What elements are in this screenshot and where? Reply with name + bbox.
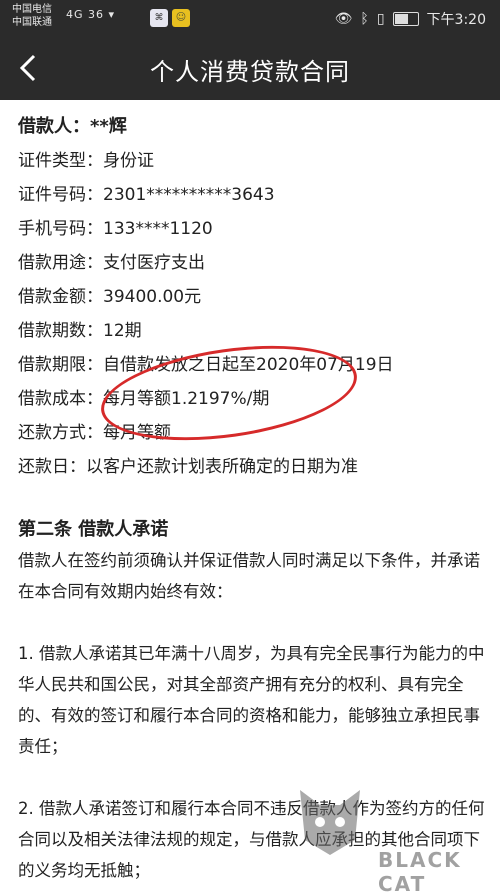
field-id-number: 证件号码：2301**********3643: [18, 178, 488, 212]
battery-icon: [392, 12, 419, 26]
field-value: 以客户还款计划表所确定的日期为准: [86, 457, 358, 477]
field-value: 每月等额: [103, 423, 171, 443]
paragraph-clause-1: 1. 借款人承诺其已年满十八周岁，为具有完全民事行为能力的中华人民共和国公民，对…: [18, 644, 485, 756]
field-value: 12期: [103, 321, 142, 341]
field-value: 每月等额1.2197%/期: [103, 389, 270, 409]
field-value: 133****1120: [103, 219, 213, 239]
field-label: 还款方式：: [18, 423, 103, 443]
field-value: **辉: [90, 116, 127, 137]
page-title: 个人消费贷款合同: [150, 58, 350, 86]
field-label: 借款金额：: [18, 287, 103, 307]
field-repayment-method: 还款方式：每月等额: [18, 416, 488, 450]
field-value: 39400.00元: [103, 287, 202, 307]
field-value: 自借款发放之日起至2020年07月19日: [103, 355, 394, 375]
field-repayment-day: 还款日：以客户还款计划表所确定的日期为准: [18, 450, 488, 484]
field-label: 手机号码：: [18, 219, 103, 239]
field-label: 借款成本：: [18, 389, 103, 409]
carrier-2: 中国联通: [12, 17, 52, 28]
field-borrower: 借款人：**辉: [18, 110, 488, 144]
field-id-type: 证件类型：身份证: [18, 144, 488, 178]
field-value: 支付医疗支出: [103, 253, 205, 273]
field-purpose: 借款用途：支付医疗支出: [18, 246, 488, 280]
field-phone: 手机号码：133****1120: [18, 212, 488, 246]
section-title: 第二条 借款人承诺: [18, 519, 169, 540]
field-term: 借款期限：自借款发放之日起至2020年07月19日: [18, 348, 488, 382]
field-label: 证件号码：: [18, 185, 103, 205]
status-right: 👁 ᛒ ▯ 下午3:20: [335, 9, 486, 29]
field-amount: 借款金额：39400.00元: [18, 280, 488, 314]
field-value: 2301**********3643: [103, 185, 275, 205]
paragraph-clause-2: 2. 借款人承诺签订和履行本合同不违反借款人作为签约方的任何合同以及相关法律法规…: [18, 799, 485, 880]
field-label: 借款人：: [18, 116, 90, 137]
paragraph-intro: 借款人在签约前须确认并保证借款人同时满足以下条件，并承诺在本合同有效期内始终有效…: [18, 551, 480, 601]
field-label: 借款用途：: [18, 253, 103, 273]
signal-indicator: 4G 36 ▾: [66, 8, 116, 21]
clock: 下午3:20: [426, 12, 486, 28]
app-notification-icon-2: ☺: [172, 9, 190, 27]
contract-fields: 借款人：**辉 证件类型：身份证 证件号码：2301**********3643…: [18, 110, 488, 484]
field-label: 还款日：: [18, 457, 86, 477]
carrier-1: 中国电信: [12, 4, 52, 15]
field-periods: 借款期数：12期: [18, 314, 488, 348]
field-label: 借款期数：: [18, 321, 103, 341]
field-label: 证件类型：: [18, 151, 103, 171]
app-notification-icon: ⌘: [150, 9, 168, 27]
field-label: 借款期限：: [18, 355, 103, 375]
field-cost: 借款成本：每月等额1.2197%/期: [18, 382, 488, 416]
field-value: 身份证: [103, 151, 154, 171]
status-bar: 中国电信 中国联通 4G 36 ▾ ⌘ ☺ 👁 ᛒ ▯ 下午3:20: [0, 0, 500, 36]
bluetooth-icon: ᛒ: [360, 11, 369, 27]
carrier-labels: 中国电信 中国联通: [12, 3, 52, 29]
vibrate-icon: ▯: [376, 11, 385, 27]
nav-bar: 个人消费贷款合同: [0, 36, 500, 100]
eye-icon: 👁: [334, 11, 353, 27]
